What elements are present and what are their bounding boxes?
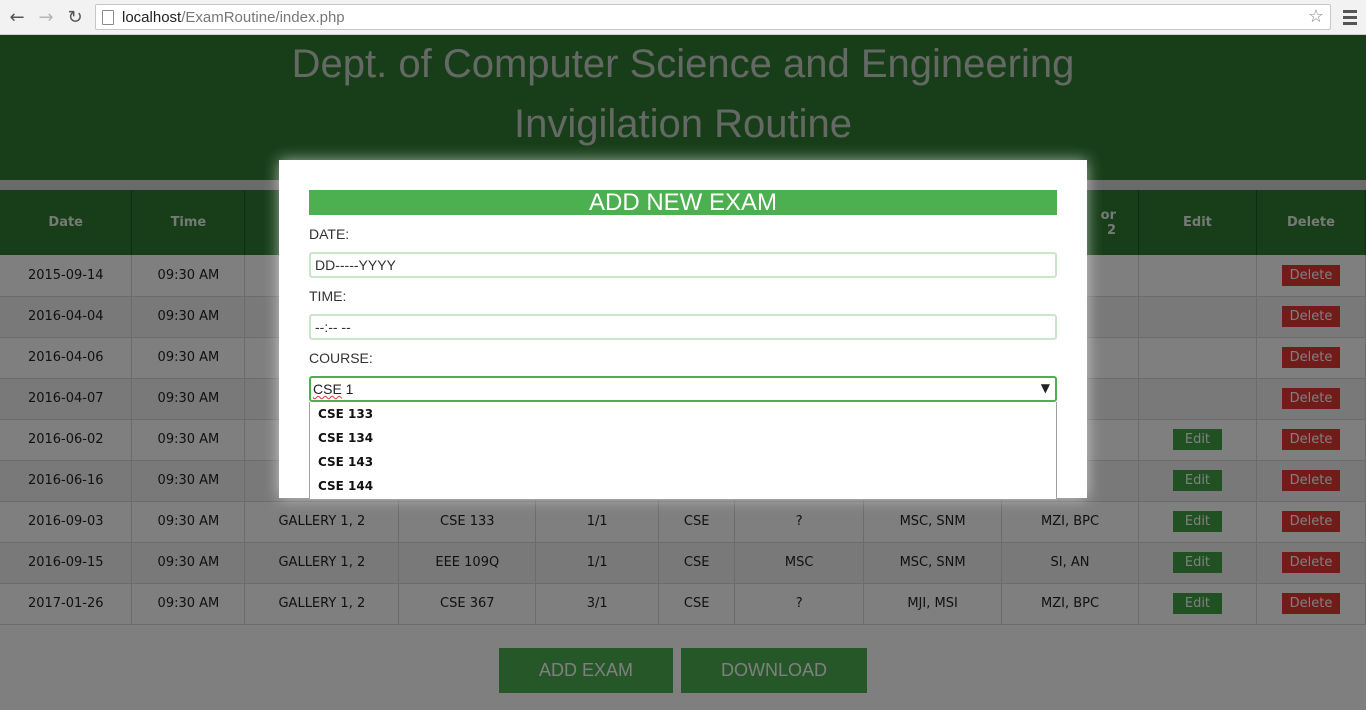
time-label: TIME: bbox=[309, 288, 347, 304]
date-field-value: DD-----YYYY bbox=[315, 257, 396, 273]
address-bar[interactable]: localhost/ExamRoutine/index.php ☆ bbox=[95, 4, 1331, 30]
course-option[interactable]: CSE 144 bbox=[310, 474, 1056, 498]
course-select[interactable]: CSE 1 ▼ bbox=[309, 376, 1057, 402]
url-host: localhost bbox=[122, 8, 182, 26]
star-icon[interactable]: ☆ bbox=[1308, 6, 1324, 27]
course-select-value-prefix: CSE bbox=[313, 381, 342, 397]
add-exam-modal: ADD NEW EXAM DATE: DD-----YYYY TIME: --:… bbox=[279, 160, 1087, 500]
time-field[interactable]: --:-- -- bbox=[309, 314, 1057, 340]
course-dropdown-list: CSE 133 CSE 134 CSE 143 CSE 144 bbox=[309, 402, 1057, 500]
course-option[interactable]: CSE 133 bbox=[310, 402, 1056, 426]
date-label: DATE: bbox=[309, 226, 350, 242]
back-arrow-icon[interactable]: ← bbox=[3, 3, 31, 31]
url-path: /ExamRoutine/index.php bbox=[181, 8, 345, 26]
course-option[interactable]: CSE 143 bbox=[310, 450, 1056, 474]
modal-title: ADD NEW EXAM bbox=[309, 190, 1057, 215]
menu-icon[interactable] bbox=[1340, 4, 1360, 30]
page-icon bbox=[102, 9, 114, 25]
date-field[interactable]: DD-----YYYY bbox=[309, 252, 1057, 278]
course-label: COURSE: bbox=[309, 350, 373, 366]
course-select-value-suffix: 1 bbox=[341, 381, 354, 397]
course-option[interactable]: CSE 134 bbox=[310, 426, 1056, 450]
dropdown-caret-icon: ▼ bbox=[1040, 381, 1050, 395]
time-field-value: --:-- -- bbox=[315, 319, 351, 335]
browser-toolbar: ← → ↻ localhost/ExamRoutine/index.php ☆ bbox=[0, 0, 1366, 35]
forward-arrow-icon[interactable]: → bbox=[32, 3, 60, 31]
reload-icon[interactable]: ↻ bbox=[61, 3, 89, 31]
